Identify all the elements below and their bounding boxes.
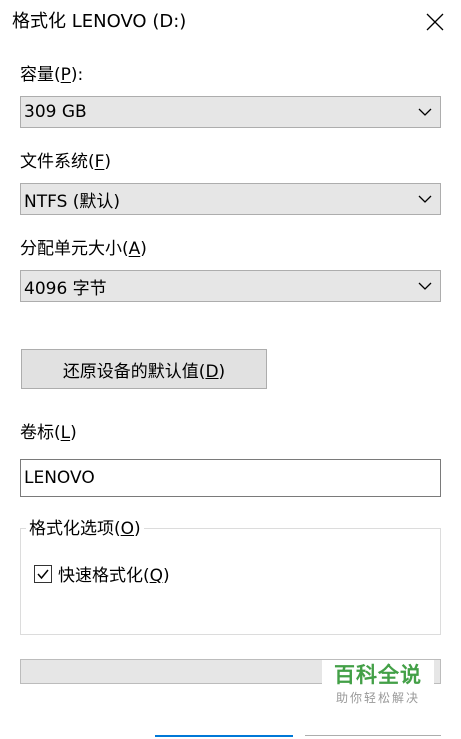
volume-label-label: 卷标(L) bbox=[20, 423, 77, 443]
close-button[interactable] bbox=[420, 7, 450, 37]
allocation-label: 分配单元大小(A) bbox=[20, 239, 147, 259]
close-dialog-button[interactable] bbox=[305, 735, 441, 739]
window-title: 格式化 LENOVO (D:) bbox=[12, 11, 187, 32]
watermark-sub-text: 助你轻松解决 bbox=[335, 691, 420, 705]
chevron-down-icon bbox=[418, 282, 432, 290]
chevron-down-icon bbox=[418, 108, 432, 116]
filesystem-select[interactable]: NTFS (默认) bbox=[20, 183, 441, 215]
watermark-logo: 百科全说 助你轻松解决 bbox=[322, 660, 434, 712]
checkmark-icon bbox=[37, 569, 49, 579]
filesystem-value: NTFS (默认) bbox=[24, 191, 121, 212]
capacity-value: 309 GB bbox=[24, 102, 87, 122]
volume-label-input[interactable] bbox=[20, 459, 441, 497]
quick-format-label: 快速格式化(Q) bbox=[58, 566, 170, 586]
quick-format-checkbox[interactable] bbox=[34, 564, 52, 583]
chevron-down-icon bbox=[418, 195, 432, 203]
allocation-select[interactable]: 4096 字节 bbox=[20, 270, 441, 302]
start-button[interactable] bbox=[155, 735, 293, 739]
watermark-main-text: 百科全说 bbox=[334, 663, 422, 687]
quick-format-option[interactable]: 快速格式化(Q) bbox=[34, 561, 170, 586]
filesystem-label: 文件系统(F) bbox=[20, 152, 112, 172]
restore-defaults-button[interactable]: 还原设备的默认值(D) bbox=[21, 349, 267, 389]
allocation-value: 4096 字节 bbox=[24, 278, 107, 299]
capacity-label: 容量(P): bbox=[20, 65, 84, 85]
restore-defaults-label: 还原设备的默认值(D) bbox=[62, 361, 226, 382]
close-icon bbox=[426, 13, 444, 31]
capacity-select[interactable]: 309 GB bbox=[20, 96, 441, 128]
format-options-title: 格式化选项(O) bbox=[26, 518, 144, 540]
